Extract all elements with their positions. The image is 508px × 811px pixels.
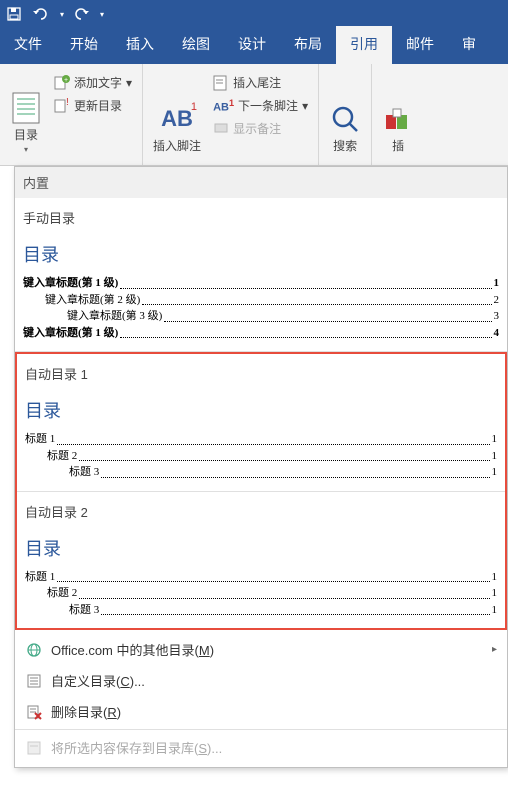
titlebar: ▾ ▾ [0, 0, 508, 28]
undo-icon[interactable] [32, 7, 50, 21]
toc-menu: Office.com 中的其他目录(M) ▸ 自定义目录(C)... 删除目录(… [15, 630, 507, 767]
toc-label: 目录 [14, 126, 38, 143]
tab-file[interactable]: 文件 [0, 26, 56, 64]
chevron-down-icon: ▾ [302, 99, 308, 113]
tab-references[interactable]: 引用 [336, 26, 392, 64]
separator [15, 729, 507, 730]
svg-text:!: ! [66, 98, 69, 108]
group-trunc: 插 [372, 64, 424, 165]
footnote-icon: AB 1 [161, 103, 193, 135]
builtin-header: 内置 [15, 167, 507, 198]
custom-toc-icon [25, 672, 43, 690]
insert-footnote-button[interactable]: AB 1 插入脚注 [149, 68, 205, 158]
ribbon-tabs: 文件 开始 插入 绘图 设计 布局 引用 邮件 审 [0, 28, 508, 64]
tab-draw[interactable]: 绘图 [168, 26, 224, 64]
show-notes-icon [213, 121, 229, 137]
tab-design[interactable]: 设计 [224, 26, 280, 64]
tab-layout[interactable]: 布局 [280, 26, 336, 64]
search-button[interactable]: 搜索 [325, 68, 365, 158]
tab-home[interactable]: 开始 [56, 26, 112, 64]
quick-access-toolbar: ▾ ▾ [6, 6, 104, 22]
office-more-toc[interactable]: Office.com 中的其他目录(M) ▸ [15, 634, 507, 665]
group-footnotes: AB 1 插入脚注 插入尾注 AB1 下一条脚注 ▾ 显示备注 [143, 64, 319, 165]
show-notes-button: 显示备注 [209, 118, 312, 139]
insert-endnote-button[interactable]: 插入尾注 [209, 72, 312, 93]
qat-chevron-icon[interactable]: ▾ [100, 10, 104, 19]
gallery-manual-toc[interactable]: 手动目录 目录 键入章标题(第 1 级)1 键入章标题(第 2 级)2 键入章标… [15, 198, 507, 352]
svg-text:+: + [64, 77, 68, 84]
update-toc-icon: ! [54, 98, 70, 114]
save-selection-toc: 将所选内容保存到目录库(S)... [15, 732, 507, 763]
custom-toc[interactable]: 自定义目录(C)... [15, 665, 507, 696]
add-text-icon: + [54, 75, 70, 91]
toc-dropdown: 内置 手动目录 目录 键入章标题(第 1 级)1 键入章标题(第 2 级)2 键… [14, 166, 508, 768]
update-toc-button[interactable]: ! 更新目录 [50, 95, 136, 116]
group-research: 搜索 [319, 64, 372, 165]
gallery-auto-toc-1[interactable]: 自动目录 1 目录 标题 11 标题 21 标题 31 [17, 354, 505, 492]
manual-preview: 目录 键入章标题(第 1 级)1 键入章标题(第 2 级)2 键入章标题(第 3… [21, 237, 501, 345]
highlight-box: 自动目录 1 目录 标题 11 标题 21 标题 31 自动目录 2 目录 标题… [15, 352, 507, 630]
add-text-button[interactable]: + 添加文字 ▾ [50, 72, 136, 93]
group-toc: 目录 ▾ + 添加文字 ▾ ! 更新目录 [0, 64, 143, 165]
undo-chevron-icon[interactable]: ▾ [60, 10, 64, 19]
gallery-auto-toc-2[interactable]: 自动目录 2 目录 标题 11 标题 21 标题 31 [17, 492, 505, 629]
endnote-icon [213, 75, 229, 91]
save-icon[interactable] [6, 6, 22, 22]
ribbon: 目录 ▾ + 添加文字 ▾ ! 更新目录 AB 1 [0, 64, 508, 166]
chevron-down-icon: ▾ [24, 145, 28, 154]
tab-insert[interactable]: 插入 [112, 26, 168, 64]
search-icon [329, 103, 361, 135]
insert-citation-button[interactable]: 插 [378, 68, 418, 158]
citation-icon [382, 103, 414, 135]
next-footnote-icon: AB1 [213, 98, 234, 114]
tab-review[interactable]: 审 [448, 26, 490, 64]
tab-mail[interactable]: 邮件 [392, 26, 448, 64]
remove-toc[interactable]: 删除目录(R) [15, 696, 507, 727]
chevron-down-icon: ▾ [126, 76, 132, 90]
remove-toc-icon [25, 703, 43, 721]
next-footnote-button[interactable]: AB1 下一条脚注 ▾ [209, 95, 312, 116]
toc-button[interactable]: 目录 ▾ [6, 68, 46, 158]
toc-icon [10, 92, 42, 124]
save-gallery-icon [25, 739, 43, 757]
redo-icon[interactable] [74, 7, 90, 21]
chevron-right-icon: ▸ [492, 644, 497, 655]
globe-icon [25, 641, 43, 659]
